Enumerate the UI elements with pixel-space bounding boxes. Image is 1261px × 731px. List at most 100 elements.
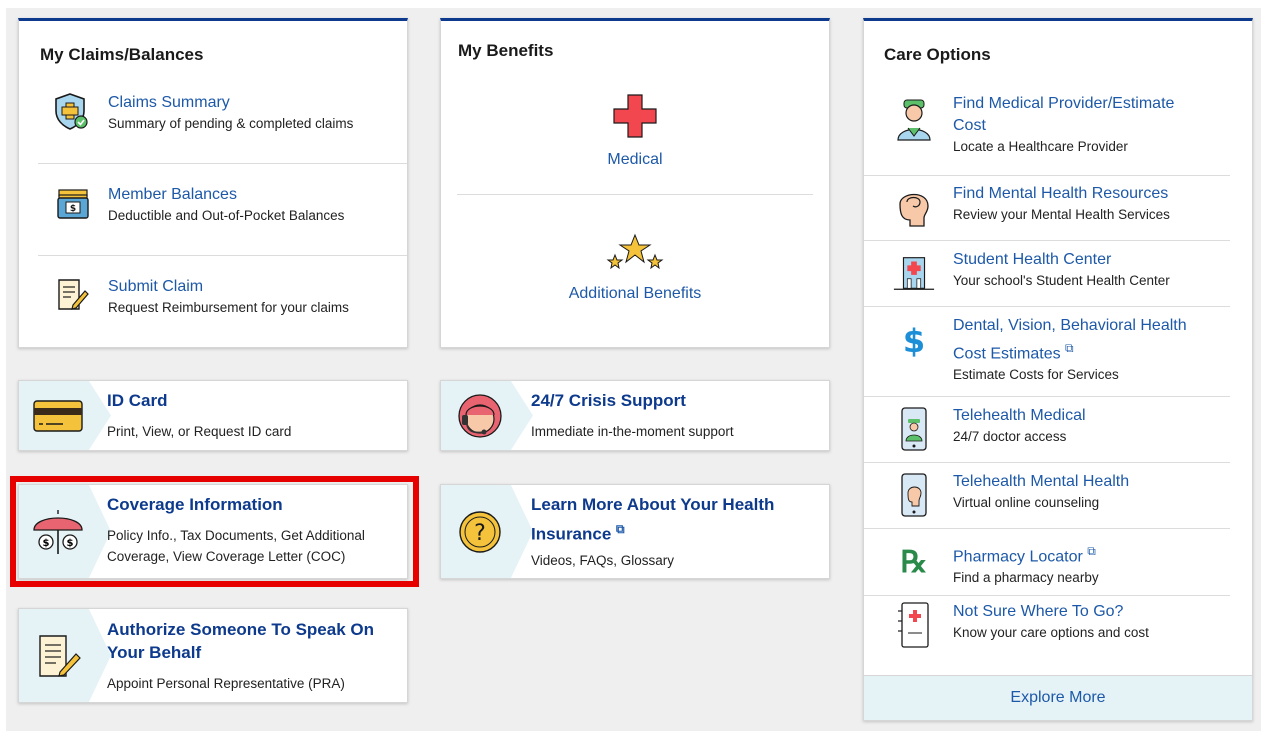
external-link-icon: ⧉ <box>616 522 625 536</box>
divider <box>864 396 1230 397</box>
tile-icon-area <box>441 381 533 450</box>
headset-agent-icon <box>458 393 502 438</box>
care-item-desc: Locate a Healthcare Provider <box>953 139 1128 154</box>
care-item-desc: Review your Mental Health Services <box>953 207 1170 222</box>
authorize-desc: Appoint Personal Representative (PRA) <box>107 676 345 691</box>
care-item-mental-health[interactable]: Find Mental Health Resources Review your… <box>864 183 1230 238</box>
card-title: My Benefits <box>458 41 554 60</box>
member-balances-link[interactable]: Member Balances Deductible and Out-of-Po… <box>108 184 344 225</box>
form-pencil-icon <box>39 634 81 677</box>
member-balances-label[interactable]: Member Balances <box>108 184 344 206</box>
rx-icon: ℞ <box>900 544 928 580</box>
care-options-card: Care Options Find Medical Provider/Estim… <box>863 18 1253 721</box>
id-card-desc: Print, View, or Request ID card <box>107 424 292 439</box>
form-pencil-icon <box>52 275 92 315</box>
care-item-text: Find Medical Provider/Estimate Cost Loca… <box>953 93 1223 156</box>
care-item-text: Find Mental Health Resources Review your… <box>953 183 1223 224</box>
claims-summary-link[interactable]: Claims Summary Summary of pending & comp… <box>108 92 353 133</box>
highlight-box <box>10 476 419 587</box>
crisis-support-tile[interactable]: 24/7 Crisis Support Immediate in-the-mom… <box>440 380 830 451</box>
care-item-label[interactable]: Telehealth Medical <box>953 405 1223 427</box>
claims-summary-label[interactable]: Claims Summary <box>108 92 353 114</box>
care-item-label-line2[interactable]: Cost <box>953 115 1223 137</box>
care-item-label[interactable]: Not Sure Where To Go? <box>953 601 1223 623</box>
care-item-label-line2[interactable]: Cost Estimates ⧉ <box>953 337 1223 365</box>
hospital-icon <box>892 251 936 295</box>
notebook-cross-icon <box>892 602 936 648</box>
additional-benefits-link[interactable]: Additional Benefits <box>441 233 829 305</box>
submit-claim-label[interactable]: Submit Claim <box>108 276 349 298</box>
care-item-not-sure[interactable]: Not Sure Where To Go? Know your care opt… <box>864 601 1230 656</box>
benefits-card: My Benefits Medical Additional Benefits <box>440 18 830 348</box>
additional-benefits-label[interactable]: Additional Benefits <box>441 283 829 305</box>
medical-label[interactable]: Medical <box>441 149 829 171</box>
care-item-text: Not Sure Where To Go? Know your care opt… <box>953 601 1223 642</box>
care-item-desc: Estimate Costs for Services <box>953 367 1119 383</box>
medical-link[interactable]: Medical <box>441 93 829 171</box>
learn-more-title-text[interactable]: Insurance <box>531 525 611 544</box>
care-item-label[interactable]: Find Medical Provider/Estimate <box>953 93 1223 115</box>
external-link-icon: ⧉ <box>1065 341 1074 355</box>
care-item-label[interactable]: Find Mental Health Resources <box>953 183 1223 205</box>
care-item-text: Pharmacy Locator ⧉ Find a pharmacy nearb… <box>953 540 1223 587</box>
member-balances-desc: Deductible and Out-of-Pocket Balances <box>108 208 345 223</box>
divider <box>457 194 813 195</box>
care-item-cost-estimates[interactable]: $ Dental, Vision, Behavioral Health Cost… <box>864 315 1230 397</box>
learn-more-tile[interactable]: ? Learn More About Your Health Insurance… <box>440 484 830 579</box>
id-card-title[interactable]: ID Card <box>107 389 167 412</box>
care-item-label[interactable]: Telehealth Mental Health <box>953 471 1223 493</box>
care-item-text: Telehealth Mental Health Virtual online … <box>953 471 1223 512</box>
crisis-support-desc: Immediate in-the-moment support <box>531 424 734 439</box>
care-item-find-provider[interactable]: Find Medical Provider/Estimate Cost Loca… <box>864 93 1230 175</box>
authorize-tile[interactable]: Authorize Someone To Speak On Your Behal… <box>18 608 408 703</box>
divider <box>864 528 1230 529</box>
card-title: My Claims/Balances <box>40 45 204 64</box>
care-item-text: Dental, Vision, Behavioral Health Cost E… <box>953 315 1223 384</box>
divider <box>38 255 407 256</box>
care-item-label[interactable]: Dental, Vision, Behavioral Health <box>953 315 1223 337</box>
learn-more-desc: Videos, FAQs, Glossary <box>531 553 675 568</box>
submit-claim-link[interactable]: Submit Claim Request Reimbursement for y… <box>108 276 349 317</box>
care-item-desc: Know your care options and cost <box>953 625 1149 640</box>
divider <box>864 462 1230 463</box>
care-item-student-health[interactable]: Student Health Center Your school's Stud… <box>864 249 1230 304</box>
claims-summary-desc: Summary of pending & completed claims <box>108 116 354 131</box>
learn-more-title-line1[interactable]: Learn More About Your Health <box>531 493 774 516</box>
phone-head-icon <box>892 473 936 517</box>
care-item-label[interactable]: Student Health Center <box>953 249 1223 271</box>
care-item-telehealth-mental[interactable]: Telehealth Mental Health Virtual online … <box>864 471 1230 526</box>
care-item-desc: Find a pharmacy nearby <box>953 570 1099 586</box>
divider <box>864 240 1230 241</box>
care-item-text: Student Health Center Your school's Stud… <box>953 249 1223 290</box>
wallet-icon: $ <box>53 184 93 224</box>
explore-more-button[interactable]: Explore More <box>864 675 1252 720</box>
care-item-label-text[interactable]: Cost Estimates <box>953 345 1061 362</box>
care-item-label-text[interactable]: Pharmacy Locator <box>953 548 1083 565</box>
divider <box>864 175 1230 176</box>
care-item-telehealth-medical[interactable]: Telehealth Medical 24/7 doctor access <box>864 405 1230 460</box>
submit-claim-desc: Request Reimbursement for your claims <box>108 300 349 315</box>
id-card-icon <box>33 399 83 432</box>
authorize-title-line1[interactable]: Authorize Someone To Speak On <box>107 618 374 641</box>
medical-cross-icon <box>441 93 829 143</box>
tile-icon-area <box>19 381 111 450</box>
care-item-label[interactable]: Pharmacy Locator ⧉ <box>953 540 1223 568</box>
authorize-title-line2[interactable]: Your Behalf <box>107 641 201 664</box>
care-item-desc: Virtual online counseling <box>953 495 1100 510</box>
id-card-tile[interactable]: ID Card Print, View, or Request ID card <box>18 380 408 451</box>
shield-check-icon <box>51 91 91 131</box>
care-item-pharmacy[interactable]: ℞ Pharmacy Locator ⧉ Find a pharmacy nea… <box>864 540 1230 595</box>
learn-more-title-line2[interactable]: Insurance ⧉ <box>531 518 625 546</box>
care-item-desc: 24/7 doctor access <box>953 429 1067 444</box>
svg-text:$: $ <box>70 204 76 214</box>
phone-doctor-icon <box>892 407 936 451</box>
care-item-text: Telehealth Medical 24/7 doctor access <box>953 405 1223 446</box>
head-brain-icon <box>892 185 936 229</box>
stars-icon <box>441 233 829 275</box>
divider <box>864 306 1230 307</box>
crisis-support-title[interactable]: 24/7 Crisis Support <box>531 389 686 412</box>
dollar-icon: $ <box>902 322 926 360</box>
tile-icon-area: ? <box>441 485 533 578</box>
external-link-icon: ⧉ <box>1087 544 1096 558</box>
divider <box>864 595 1230 596</box>
